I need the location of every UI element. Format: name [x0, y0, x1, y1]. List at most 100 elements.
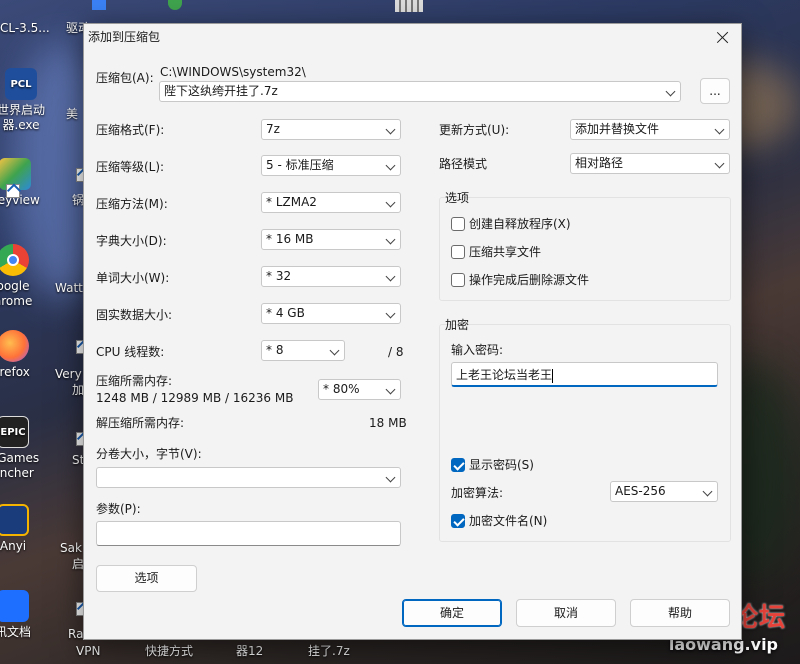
close-icon[interactable] — [713, 28, 733, 48]
desktop-label-pcl[interactable]: CL-3.5... — [0, 20, 50, 36]
firefox-icon — [0, 330, 29, 362]
chevron-down-icon — [702, 486, 713, 497]
format-label: 压缩格式(F): — [96, 123, 165, 137]
desktop-icon-label: 器.exe — [2, 118, 40, 132]
desktop-label-mid[interactable]: Sak — [60, 540, 82, 556]
desktop-icon-label: 世界启动 — [0, 103, 45, 117]
browse-button[interactable]: ... — [700, 78, 730, 104]
encrypt-names-checkbox[interactable] — [451, 514, 465, 528]
update-value: 添加并替换文件 — [575, 122, 660, 136]
shared-files-label[interactable]: 压缩共享文件 — [469, 244, 541, 260]
ok-button[interactable]: 确定 — [402, 599, 502, 627]
level-select[interactable]: 5 - 标准压缩 — [261, 155, 401, 176]
desktop-label-bottom[interactable]: 器12 — [236, 643, 263, 659]
format-select[interactable]: 7z — [261, 119, 401, 140]
desktop-icon-pcl[interactable]: PCL 世界启动 器.exe — [0, 68, 56, 133]
chrome-icon — [0, 244, 29, 276]
options-button[interactable]: 选项 — [96, 565, 197, 592]
desktop-label-bottom[interactable]: 快捷方式 — [145, 643, 193, 659]
chevron-down-icon — [385, 234, 396, 245]
dict-label: 字典大小(D): — [96, 234, 167, 248]
help-button[interactable]: 帮助 — [630, 599, 730, 627]
desktop-label-mid[interactable]: Ra — [68, 626, 83, 642]
desktop-icon-chrome[interactable]: oogle hrome — [0, 244, 48, 309]
mem-select[interactable]: * 80% — [318, 379, 401, 400]
encryption-method-label: 加密算法: — [451, 486, 504, 500]
desktop-icon-firefox[interactable]: irefox — [0, 330, 48, 380]
decomp-value: 18 MB — [369, 416, 407, 430]
word-value: * 32 — [266, 269, 292, 283]
mem-value: * 80% — [323, 382, 360, 396]
encrypt-names-label[interactable]: 加密文件名(N) — [469, 513, 547, 529]
chevron-down-icon — [385, 271, 396, 282]
dialog-title: 添加到压缩包 — [88, 30, 161, 44]
archive-path: C:\WINDOWS\system32\ — [160, 65, 306, 79]
update-select[interactable]: 添加并替换文件 — [570, 119, 730, 140]
dict-value: * 16 MB — [266, 232, 314, 246]
update-label: 更新方式(U): — [439, 123, 510, 137]
dict-select[interactable]: * 16 MB — [261, 229, 401, 250]
chevron-down-icon — [714, 124, 725, 135]
level-value: 5 - 标准压缩 — [266, 158, 334, 172]
desktop-icon-label: 讯文档 — [0, 625, 31, 639]
show-password-checkbox[interactable] — [451, 458, 465, 472]
desktop-icon-honeyview[interactable]: neyview — [0, 158, 50, 208]
cpu-label: CPU 线程数: — [96, 345, 165, 359]
word-label: 单词大小(W): — [96, 271, 170, 285]
pathmode-select[interactable]: 相对路径 — [570, 153, 730, 174]
archive-name-value: 陛下这纨绔开挂了.7z — [164, 84, 278, 98]
cancel-button[interactable]: 取消 — [516, 599, 616, 627]
pathmode-value: 相对路径 — [575, 156, 624, 170]
delete-after-label[interactable]: 操作完成后删除源文件 — [469, 272, 589, 288]
chevron-down-icon — [329, 345, 340, 356]
chevron-down-icon — [385, 124, 396, 135]
params-input[interactable] — [96, 521, 401, 546]
desktop-icon-label: irefox — [0, 365, 30, 379]
solid-value: * 4 GB — [266, 306, 305, 320]
desktop-label-mid[interactable]: 美 — [66, 106, 78, 122]
desktop-label-mid[interactable]: VPN — [76, 643, 100, 659]
delete-after-checkbox[interactable] — [451, 273, 465, 287]
sfx-checkbox[interactable] — [451, 217, 465, 231]
password-input[interactable]: 上老王论坛当老王 — [451, 362, 718, 387]
cpu-select[interactable]: * 8 — [261, 340, 345, 361]
mem-label: 压缩所需内存: — [96, 374, 173, 388]
chevron-down-icon — [385, 197, 396, 208]
cpu-value: * 8 — [266, 343, 284, 357]
shared-files-checkbox[interactable] — [451, 245, 465, 259]
grid-app-icon — [395, 0, 423, 12]
method-select[interactable]: * LZMA2 — [261, 192, 401, 213]
pcl-icon: PCL — [5, 68, 37, 100]
params-label: 参数(P): — [96, 502, 141, 516]
password-label: 输入密码: — [451, 343, 504, 357]
windows-shield-icon — [92, 0, 106, 10]
word-select[interactable]: * 32 — [261, 266, 401, 287]
chevron-down-icon[interactable] — [665, 86, 676, 97]
chevron-down-icon — [385, 308, 396, 319]
desktop-icon-label: Anyi — [0, 539, 27, 553]
solid-label: 固实数据大小: — [96, 308, 173, 322]
desktop-label-bottom[interactable]: 挂了.7z — [308, 643, 350, 659]
cpu-max: / 8 — [388, 345, 404, 359]
sfx-label[interactable]: 创建自释放程序(X) — [469, 216, 571, 232]
chevron-down-icon — [385, 384, 396, 395]
solid-select[interactable]: * 4 GB — [261, 303, 401, 324]
password-value: 上老王论坛当老王 — [456, 368, 553, 382]
add-to-archive-dialog: 添加到压缩包 压缩包(A): C:\WINDOWS\system32\ 陛下这纨… — [83, 23, 742, 640]
desktop-icon-label: uncher — [0, 466, 34, 480]
desktop-label-mid[interactable]: Watt — [55, 280, 83, 296]
format-value: 7z — [266, 122, 280, 136]
method-label: 压缩方法(M): — [96, 197, 168, 211]
method-value: * LZMA2 — [266, 195, 317, 209]
mem-detail: 1248 MB / 12989 MB / 16236 MB — [96, 391, 294, 405]
desktop-icon-label: oogle — [0, 279, 30, 293]
archive-name-combobox[interactable]: 陛下这纨绔开挂了.7z — [159, 81, 681, 102]
desktop-icon-epic-games[interactable]: EPIC c Games uncher — [0, 416, 48, 481]
split-select[interactable] — [96, 467, 401, 488]
desktop-label-mid[interactable]: Very — [55, 366, 82, 382]
desktop-icon-anyi[interactable]: Anyi — [0, 504, 48, 554]
encryption-method-value: AES-256 — [615, 484, 666, 498]
encryption-method-select[interactable]: AES-256 — [610, 481, 718, 502]
desktop-icon-tencent-docs[interactable]: 讯文档 — [0, 590, 48, 640]
show-password-label[interactable]: 显示密码(S) — [469, 457, 534, 473]
